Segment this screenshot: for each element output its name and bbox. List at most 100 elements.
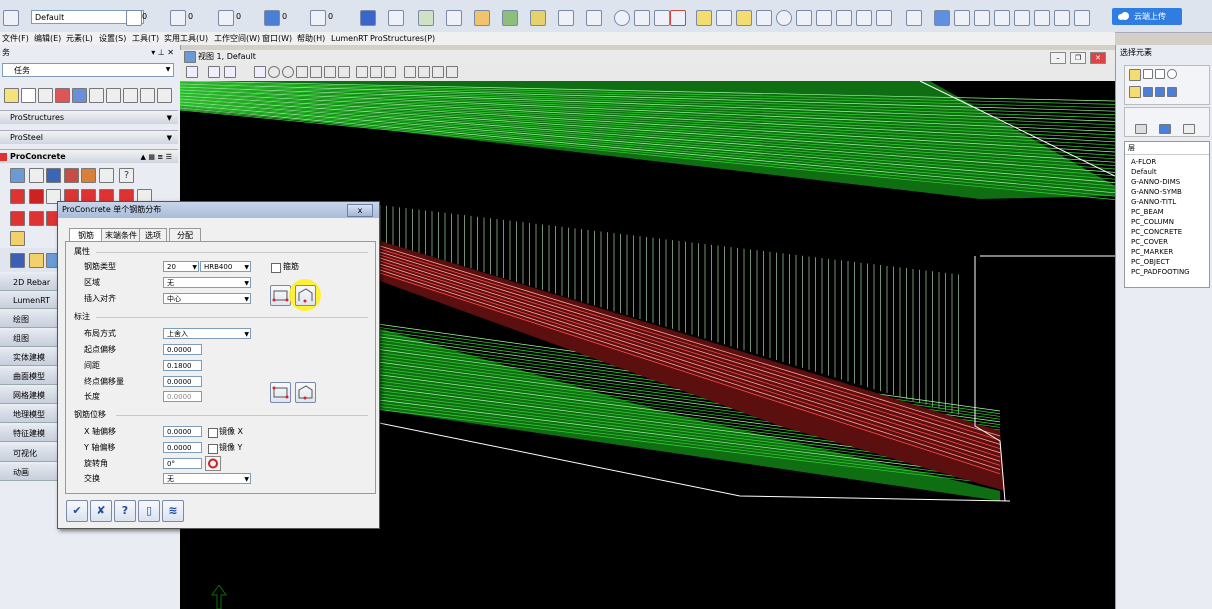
mirror-y-checkbox[interactable]	[208, 444, 218, 454]
priority-icon[interactable]	[310, 10, 326, 26]
rebar-tool-2-icon[interactable]	[29, 189, 44, 204]
rotate-view-icon[interactable]	[324, 66, 336, 78]
task-drawing[interactable]: 绘图	[0, 311, 60, 328]
tool-h-icon[interactable]	[157, 88, 172, 103]
shape-select-icon[interactable]	[1155, 69, 1165, 79]
line-weight-icon[interactable]	[218, 10, 234, 26]
tool-g-icon[interactable]	[140, 88, 155, 103]
view-icon-3[interactable]	[974, 10, 990, 26]
rect-select-icon[interactable]	[1143, 69, 1153, 79]
layout-select[interactable]: 上舍入 ▼	[163, 328, 251, 339]
info-icon[interactable]	[614, 10, 630, 26]
rebar-tool-9-icon[interactable]	[10, 211, 25, 226]
zone-select[interactable]: 无 ▼	[163, 277, 251, 288]
x-shift-input[interactable]: 0.0000	[163, 426, 202, 437]
tool-icon-16[interactable]	[756, 10, 772, 26]
invert-icon[interactable]	[1167, 87, 1177, 97]
rebar-tool-1-icon[interactable]	[10, 189, 25, 204]
fence-icon[interactable]	[21, 88, 36, 103]
layer-item[interactable]: PC_BEAM	[1131, 207, 1164, 217]
tool-e-icon[interactable]	[106, 88, 121, 103]
menu-settings[interactable]: 设置(S)	[99, 33, 126, 44]
close-button[interactable]: ✕	[1090, 52, 1106, 64]
styles-tab-icon[interactable]	[1183, 124, 1195, 134]
align-select[interactable]: 中心 ▼	[163, 293, 251, 304]
end-offset-input[interactable]: 0.0000	[163, 376, 202, 387]
color-swatch-icon[interactable]	[126, 10, 142, 26]
view-icon-7[interactable]	[1054, 10, 1070, 26]
view-icon-6[interactable]	[1034, 10, 1050, 26]
tab-rebar[interactable]: 钢筋	[69, 228, 103, 242]
clip-mask-icon[interactable]	[418, 66, 430, 78]
menu-workspace[interactable]: 工作空间(W)	[214, 33, 260, 44]
copy-view-icon[interactable]	[384, 66, 396, 78]
task-grouping[interactable]: 组图	[0, 330, 60, 347]
task-feature-modeling[interactable]: 特征建模	[0, 425, 60, 442]
tool-f-icon[interactable]	[123, 88, 138, 103]
y-shift-input[interactable]: 0.0000	[163, 442, 202, 453]
subtract-icon[interactable]	[1155, 87, 1165, 97]
view-icon-2[interactable]	[954, 10, 970, 26]
levels-tab-icon[interactable]	[1135, 124, 1147, 134]
ok-button[interactable]: ✔	[66, 500, 88, 522]
rotate-pick-button[interactable]	[205, 456, 221, 471]
menu-prostructures[interactable]: ProStructures(P)	[370, 33, 435, 44]
tool-icon-15[interactable]	[736, 10, 752, 26]
rebar-grade-select[interactable]: HRB400 ▼	[200, 261, 251, 272]
length-input[interactable]: 0.0000	[163, 391, 202, 402]
extra-tool-1-icon[interactable]	[10, 253, 25, 268]
menu-tools[interactable]: 工具(T)	[132, 33, 159, 44]
start-offset-input[interactable]: 0.0000	[163, 344, 202, 355]
view-icon-8[interactable]	[1074, 10, 1090, 26]
tab-end-conditions[interactable]: 末端条件	[101, 228, 141, 242]
stirrup-checkbox[interactable]	[271, 263, 281, 273]
layer-item[interactable]: Default	[1131, 167, 1157, 177]
tool-icon-13[interactable]	[696, 10, 712, 26]
section-prosteel[interactable]: ProSteel ▼	[0, 130, 178, 144]
tool-c-icon[interactable]	[72, 88, 87, 103]
task-lumenrt[interactable]: LumenRT	[0, 292, 60, 309]
view-attributes-icon[interactable]	[186, 66, 198, 78]
tab-assign[interactable]: 分配	[169, 228, 201, 242]
add-icon[interactable]	[1143, 87, 1153, 97]
pin-icon[interactable]: ▾ ⊥ ✕	[151, 45, 174, 60]
concrete-tool-6-icon[interactable]	[99, 168, 114, 183]
tool-icon-4[interactable]	[446, 10, 462, 26]
concrete-tool-5-icon[interactable]	[81, 168, 96, 183]
rebar-tool-12-icon[interactable]	[10, 231, 25, 246]
tool-icon-6[interactable]	[502, 10, 518, 26]
layer-item[interactable]: PC_MARKER	[1131, 247, 1173, 257]
menu-file[interactable]: 文件(F)	[2, 33, 29, 44]
dialog-close-button[interactable]: x	[347, 204, 373, 217]
fit-view-icon[interactable]	[310, 66, 322, 78]
menu-help[interactable]: 帮助(H)	[297, 33, 325, 44]
circle-select-icon[interactable]	[1167, 69, 1177, 79]
pick-distribution-shape-button[interactable]	[295, 382, 316, 403]
tool-icon-12[interactable]	[670, 10, 686, 26]
pan-view-icon[interactable]	[338, 66, 350, 78]
save-settings-button[interactable]: ▯	[138, 500, 160, 522]
tool-icon-19[interactable]	[816, 10, 832, 26]
view-previous-icon[interactable]	[356, 66, 368, 78]
tool-icon-17[interactable]	[776, 10, 792, 26]
tool-d-icon[interactable]	[89, 88, 104, 103]
tool-icon-8[interactable]	[558, 10, 574, 26]
swap-select[interactable]: 无 ▼	[163, 473, 251, 484]
tool-a-icon[interactable]	[38, 88, 53, 103]
task-surface-modeling[interactable]: 曲面模型	[0, 368, 60, 385]
update-view-icon[interactable]	[254, 66, 266, 78]
transparency-icon[interactable]	[264, 10, 280, 26]
concrete-tool-4-icon[interactable]	[64, 168, 79, 183]
menu-lumenrt[interactable]: LumenRT	[331, 33, 368, 44]
zoom-out-icon[interactable]	[282, 66, 294, 78]
colors-tab-icon[interactable]	[1159, 124, 1171, 134]
layer-item[interactable]: PC_COVER	[1131, 237, 1168, 247]
task-terrain-model[interactable]: 地理模型	[0, 406, 60, 423]
line-style-icon[interactable]	[170, 10, 186, 26]
display-style-icon[interactable]	[208, 66, 220, 78]
tool-icon-23[interactable]	[906, 10, 922, 26]
pick-distribution-button[interactable]	[270, 382, 291, 403]
camera-icon[interactable]	[432, 66, 444, 78]
help-icon[interactable]: ?	[119, 168, 134, 183]
layer-item[interactable]: PC_COLUMN	[1131, 217, 1174, 227]
